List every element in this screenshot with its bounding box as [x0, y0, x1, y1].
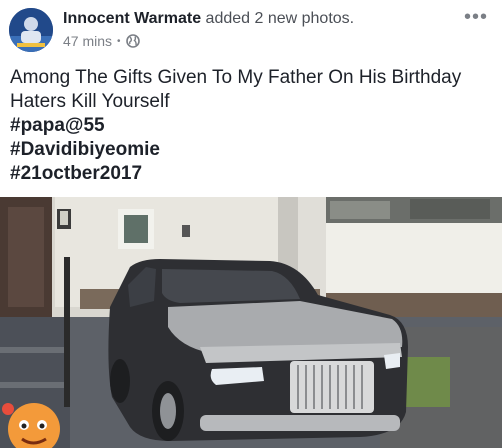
avatar[interactable] [9, 8, 53, 52]
avatar-image [9, 8, 53, 52]
author-line: Innocent Warmate added 2 new photos. [63, 10, 354, 28]
globe-icon [125, 34, 140, 48]
caption-line-1: Among The Gifts Given To My Father On Hi… [10, 67, 462, 88]
hashtag-date[interactable]: #21octber2017 [10, 162, 495, 186]
post-time[interactable]: 47 mins [63, 33, 112, 49]
separator-dot: • [117, 35, 121, 47]
post-caption: Among The Gifts Given To My Father On Hi… [10, 66, 495, 186]
car-photo [0, 197, 502, 448]
post-header: Innocent Warmate added 2 new photos. 47 … [0, 0, 502, 62]
author-action: added 2 new photos. [205, 10, 355, 27]
more-dots-icon[interactable]: ••• [464, 6, 488, 29]
post-meta: 47 mins • [63, 33, 140, 49]
post-photo[interactable] [0, 197, 502, 448]
caption-line-2: Haters Kill Yourself [10, 91, 170, 112]
hashtag-davidibiyeomie[interactable]: #Davidibiyeomie [10, 138, 495, 162]
hashtag-papa[interactable]: #papa@55 [10, 114, 495, 138]
author-name[interactable]: Innocent Warmate [63, 10, 201, 27]
